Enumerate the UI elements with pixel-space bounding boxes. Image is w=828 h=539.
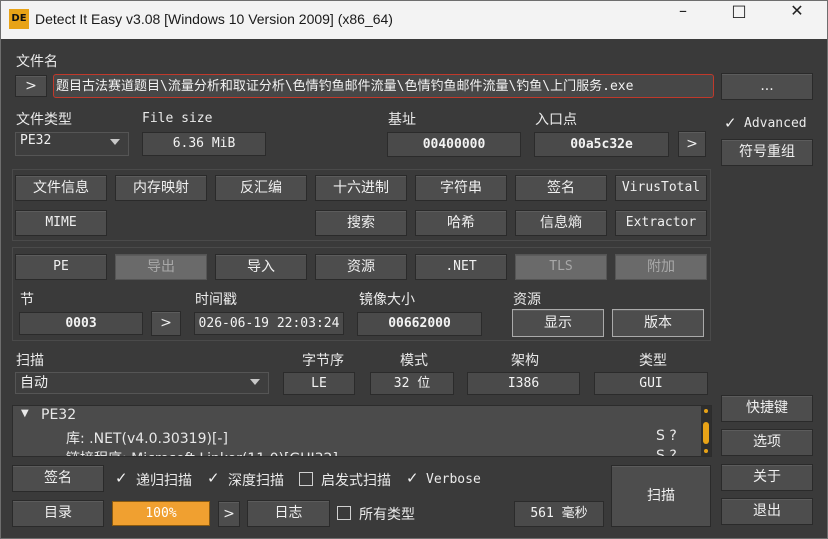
elapsed-time: 561 毫秒: [514, 501, 604, 527]
strings-button[interactable]: 字符串: [415, 175, 507, 201]
entropy-button[interactable]: 信息熵: [515, 210, 607, 236]
scroll-up-icon[interactable]: [704, 409, 708, 413]
scan-progress-bar: 100%: [112, 501, 210, 526]
shortcuts-button[interactable]: 快捷键: [721, 395, 813, 422]
advanced-check-icon[interactable]: ✓: [724, 114, 737, 132]
section-label: 节: [20, 292, 34, 308]
import-button[interactable]: 导入: [215, 254, 307, 280]
window-title: Detect It Easy v3.08 [Windows 10 Version…: [35, 11, 393, 27]
result-line-linker-flags[interactable]: S ?: [656, 448, 677, 456]
all-types-label[interactable]: 所有类型: [359, 504, 415, 524]
section-button[interactable]: >: [151, 311, 181, 336]
collapse-arrow-icon[interactable]: ▼: [21, 408, 29, 419]
scan-mode-value: 自动: [20, 375, 48, 391]
directory-button[interactable]: 目录: [12, 500, 104, 527]
timestamp-label: 时间戳: [195, 292, 237, 308]
result-line-library[interactable]: 库: .NET(v4.0.30319)[-]: [66, 428, 228, 448]
log-button[interactable]: 日志: [247, 500, 330, 527]
recursive-scan-label[interactable]: 递归扫描: [136, 470, 192, 490]
deep-scan-label[interactable]: 深度扫描: [228, 470, 284, 490]
file-info-button[interactable]: 文件信息: [15, 175, 107, 201]
results-scrollbar[interactable]: [701, 406, 711, 456]
mode-label: 模式: [400, 353, 428, 369]
entry-point-value: 00a5c32e: [534, 132, 669, 157]
result-root[interactable]: PE32: [41, 407, 76, 423]
memory-map-button[interactable]: 内存映射: [115, 175, 207, 201]
progress-button[interactable]: >: [218, 501, 240, 527]
file-size-label: File size: [142, 111, 213, 126]
type-value: GUI: [594, 372, 708, 395]
disassembly-button[interactable]: 反汇编: [215, 175, 307, 201]
exit-button[interactable]: 退出: [721, 498, 813, 525]
signatures-button[interactable]: 签名: [515, 175, 607, 201]
scroll-down-icon[interactable]: [704, 449, 708, 453]
mime-button[interactable]: MIME: [15, 210, 107, 236]
arch-label: 架构: [511, 353, 539, 369]
result-line-linker[interactable]: 链接程序: Microsoft Linker(11.0)[GUI32]: [66, 448, 338, 456]
chevron-down-icon: [110, 139, 120, 145]
file-path-field[interactable]: 题目古法赛道题目\流量分析和取证分析\色情钓鱼邮件流量\色情钓鱼邮件流量\钓鱼\…: [53, 74, 714, 98]
deep-check-icon[interactable]: ✓: [207, 469, 220, 487]
overlay-button[interactable]: 附加: [615, 254, 707, 280]
image-size-value: 00662000: [357, 312, 482, 336]
dotnet-button[interactable]: .NET: [415, 254, 507, 280]
options-button[interactable]: 选项: [721, 429, 813, 456]
virustotal-button[interactable]: VirusTotal: [615, 175, 707, 201]
scan-label: 扫描: [16, 353, 44, 369]
title-bar[interactable]: DE Detect It Easy v3.08 [Windows 10 Vers…: [1, 1, 827, 39]
minimize-icon[interactable]: –: [655, 1, 711, 39]
section-value: 0003: [19, 312, 143, 335]
pe-button[interactable]: PE: [15, 254, 107, 280]
file-type-value: PE32: [20, 133, 52, 148]
close-icon[interactable]: ✕: [769, 1, 825, 39]
scan-results-tree[interactable]: ▼ PE32 库: .NET(v4.0.30319)[-] S ? 链接程序: …: [12, 405, 712, 457]
type-label: 类型: [639, 353, 667, 369]
file-back-button[interactable]: >: [15, 75, 47, 97]
arch-value: I386: [467, 372, 580, 395]
scrollbar-thumb[interactable]: [703, 422, 709, 444]
browse-button[interactable]: ...: [721, 73, 813, 100]
signature-scan-button[interactable]: 签名: [12, 465, 104, 492]
heuristic-scan-label[interactable]: 启发式扫描: [321, 470, 391, 490]
hex-button[interactable]: 十六进制: [315, 175, 407, 201]
file-type-select[interactable]: PE32: [15, 132, 129, 156]
search-button[interactable]: 搜索: [315, 210, 407, 236]
entry-point-button[interactable]: >: [678, 131, 706, 157]
extractor-button[interactable]: Extractor: [615, 210, 707, 236]
verbose-label[interactable]: Verbose: [426, 472, 481, 487]
timestamp-value: 026-06-19 22:03:24: [194, 312, 344, 335]
about-button[interactable]: 关于: [721, 464, 813, 491]
scan-mode-select[interactable]: 自动: [15, 372, 269, 394]
base-address-label: 基址: [388, 112, 416, 128]
hash-button[interactable]: 哈希: [415, 210, 507, 236]
entry-point-label: 入口点: [535, 112, 577, 128]
show-resources-button[interactable]: 显示: [512, 309, 604, 337]
mode-value: 32 位: [370, 372, 454, 395]
main-window: DE Detect It Easy v3.08 [Windows 10 Vers…: [0, 0, 828, 539]
scan-button[interactable]: 扫描: [611, 465, 711, 527]
heuristic-checkbox[interactable]: [299, 472, 313, 486]
result-line-library-flags[interactable]: S ?: [656, 428, 677, 444]
file-type-label: 文件类型: [16, 112, 72, 128]
symbol-rebuild-button[interactable]: 符号重组: [721, 139, 813, 166]
all-types-checkbox[interactable]: [337, 506, 351, 520]
file-size-value: 6.36 MiB: [142, 132, 266, 156]
resources-button[interactable]: 资源: [315, 254, 407, 280]
recursive-check-icon[interactable]: ✓: [115, 469, 128, 487]
image-size-label: 镜像大小: [359, 292, 415, 308]
version-button[interactable]: 版本: [612, 309, 704, 337]
advanced-label[interactable]: Advanced: [744, 116, 807, 131]
base-address-value: 00400000: [387, 132, 521, 157]
resource-label: 资源: [513, 292, 541, 308]
endianness-label: 字节序: [302, 353, 344, 369]
maximize-icon[interactable]: □: [711, 1, 767, 39]
file-name-label: 文件名: [16, 54, 58, 70]
verbose-check-icon[interactable]: ✓: [406, 469, 419, 487]
tls-button[interactable]: TLS: [515, 254, 607, 280]
export-button[interactable]: 导出: [115, 254, 207, 280]
app-logo-icon: DE: [9, 9, 29, 29]
endianness-value: LE: [283, 372, 355, 395]
chevron-down-icon: [250, 379, 260, 385]
